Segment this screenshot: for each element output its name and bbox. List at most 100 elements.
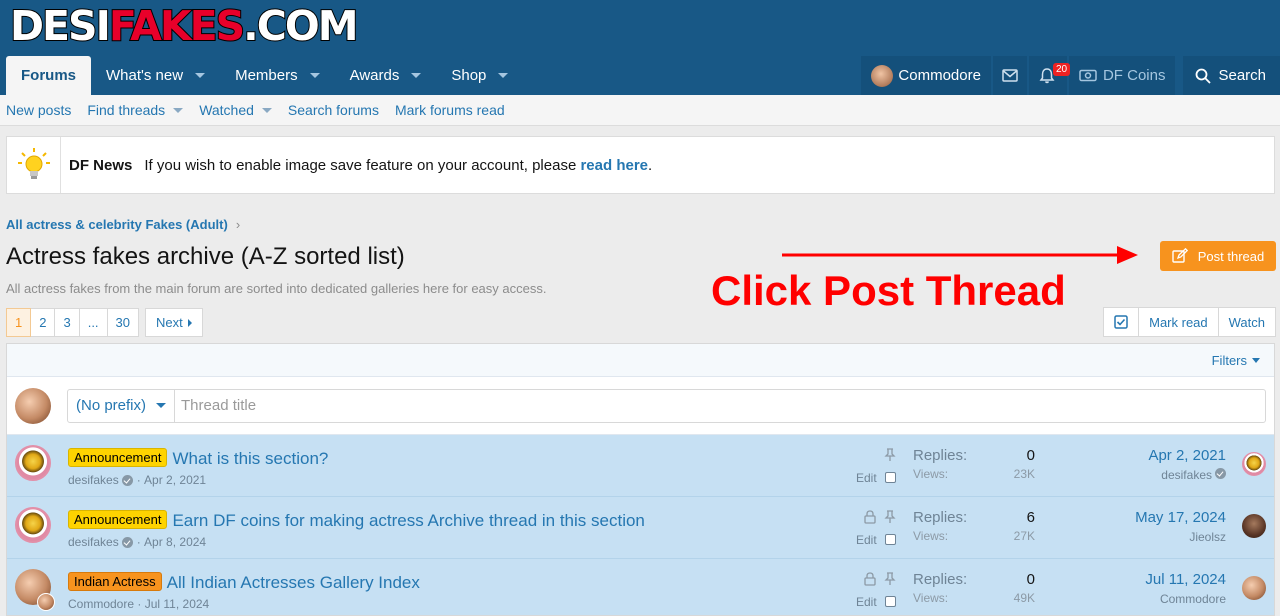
last-post-date[interactable]: Jul 11, 2024 <box>1145 571 1226 588</box>
thread-date[interactable]: Jul 11, 2024 <box>145 597 210 611</box>
edit-link[interactable]: Edit <box>856 595 877 609</box>
avatar <box>37 593 55 611</box>
caret-down-icon <box>156 403 167 408</box>
user-nav: Commodore 20 DF Coins Search <box>859 56 1280 95</box>
avatar[interactable] <box>1242 514 1266 538</box>
last-post: Jul 11, 2024 Commodore <box>1145 571 1226 606</box>
tab-awards[interactable]: Awards <box>335 56 437 95</box>
search-forums-link[interactable]: Search forums <box>288 102 379 118</box>
watched-link[interactable]: Watched <box>199 102 272 118</box>
tab-members[interactable]: Members <box>220 56 335 95</box>
find-threads-label: Find threads <box>87 102 166 118</box>
chevron-down-icon[interactable] <box>195 73 206 78</box>
alerts-button[interactable]: 20 <box>1028 56 1071 95</box>
thread-title[interactable]: All Indian Actresses Gallery Index <box>167 573 420 592</box>
edit-link[interactable]: Edit <box>856 471 877 485</box>
select-all-button[interactable] <box>1104 308 1138 336</box>
replies-value: 6 <box>1026 509 1035 526</box>
user-menu[interactable]: Commodore <box>861 56 991 95</box>
checkbox-icon <box>1114 315 1128 329</box>
inbox-button[interactable] <box>992 56 1027 95</box>
search-button[interactable]: Search <box>1183 56 1280 95</box>
select-checkbox[interactable] <box>885 596 896 607</box>
watch-button[interactable]: Watch <box>1217 308 1275 336</box>
thread-author[interactable]: desifakes <box>68 535 119 549</box>
new-posts-link[interactable]: New posts <box>6 102 71 118</box>
tab-label: Shop <box>451 67 487 84</box>
caret-right-icon <box>187 318 192 327</box>
next-page-button[interactable]: Next <box>145 308 203 337</box>
select-checkbox[interactable] <box>885 472 896 483</box>
table-row[interactable]: Indian Actress All Indian Actresses Galle… <box>7 559 1274 615</box>
find-threads-link[interactable]: Find threads <box>87 102 184 118</box>
prefix-label[interactable]: Indian Actress <box>68 572 162 591</box>
meta-separator: · <box>136 473 141 487</box>
avatar <box>871 64 894 87</box>
last-post-user[interactable]: desifakes <box>1148 468 1226 482</box>
post-thread-label: Post thread <box>1197 248 1265 264</box>
breadcrumb-link[interactable]: All actress & celebrity Fakes (Adult) <box>6 217 228 232</box>
last-post-date[interactable]: Apr 2, 2021 <box>1148 447 1226 464</box>
last-post-username: desifakes <box>1161 468 1212 482</box>
page-3[interactable]: 3 <box>55 308 80 337</box>
tab-label: Awards <box>349 67 400 84</box>
read-here-link[interactable]: read here <box>580 157 648 174</box>
mark-forums-read-link[interactable]: Mark forums read <box>395 102 505 118</box>
avatar[interactable] <box>1242 452 1266 476</box>
thread-date[interactable]: Apr 8, 2024 <box>144 535 206 549</box>
chevron-down-icon[interactable] <box>261 107 272 113</box>
thread-title-input[interactable]: Thread title <box>175 397 256 414</box>
prefix-label[interactable]: Announcement <box>68 448 168 467</box>
page-2[interactable]: 2 <box>31 308 56 337</box>
prefix-select[interactable]: (No prefix) <box>68 389 176 422</box>
site-header: DESIFAKES.COM Forums What's new Members … <box>0 0 1280 95</box>
page-30[interactable]: 30 <box>107 308 140 337</box>
df-coins-button[interactable]: DF Coins <box>1068 56 1176 95</box>
last-post-date[interactable]: May 17, 2024 <box>1135 509 1226 526</box>
chevron-right-icon: › <box>235 217 241 232</box>
chevron-down-icon[interactable] <box>309 73 320 78</box>
edit-link[interactable]: Edit <box>856 533 877 547</box>
thread-meta: desifakes · Apr 8, 2024 <box>68 535 645 549</box>
tab-forums[interactable]: Forums <box>6 56 92 95</box>
table-row[interactable]: Announcement What is this section? desifa… <box>7 435 1274 497</box>
thread-author[interactable]: desifakes <box>68 473 119 487</box>
pin-icon <box>884 572 896 585</box>
last-post-user[interactable]: Commodore <box>1145 592 1226 606</box>
thread-title[interactable]: Earn DF coins for making actress Archive… <box>172 511 644 530</box>
mark-read-button[interactable]: Mark read <box>1138 308 1218 336</box>
red-arrow-icon <box>782 246 1138 264</box>
chevron-down-icon[interactable] <box>411 73 422 78</box>
forum-actions: Mark read Watch <box>1103 307 1276 337</box>
thread-stats: Replies: 6 Views: 27K <box>913 509 1035 543</box>
page-1[interactable]: 1 <box>6 308 32 337</box>
post-thread-button[interactable]: Post thread <box>1160 241 1276 271</box>
tab-whats-new[interactable]: What's new <box>91 56 220 95</box>
chevron-down-icon[interactable] <box>498 73 509 78</box>
watched-label: Watched <box>199 102 254 118</box>
thread-main: Announcement What is this section? desifa… <box>68 448 328 487</box>
last-post: Apr 2, 2021 desifakes <box>1148 447 1226 482</box>
lock-icon <box>864 510 876 524</box>
avatar[interactable] <box>15 445 51 481</box>
avatar[interactable] <box>15 507 51 543</box>
quick-thread-form: (No prefix) Thread title <box>7 377 1274 435</box>
chevron-down-icon[interactable] <box>173 107 184 113</box>
table-row[interactable]: Announcement Earn DF coins for making act… <box>7 497 1274 559</box>
thread-author[interactable]: Commodore <box>68 597 134 611</box>
thread-date[interactable]: Apr 2, 2021 <box>144 473 206 487</box>
filters-button[interactable]: Filters <box>1212 353 1260 368</box>
page-description: All actress fakes from the main forum ar… <box>6 281 547 296</box>
verified-icon <box>121 474 133 486</box>
views-value: 27K <box>1013 529 1035 543</box>
select-checkbox[interactable] <box>885 534 896 545</box>
thread-title[interactable]: What is this section? <box>172 449 328 468</box>
avatar[interactable] <box>1242 576 1266 600</box>
last-post-user[interactable]: Jieolsz <box>1135 530 1226 544</box>
site-logo[interactable]: DESIFAKES.COM <box>9 3 360 49</box>
quick-thread-input[interactable]: (No prefix) Thread title <box>67 388 1266 423</box>
prefix-label[interactable]: Announcement <box>68 510 168 529</box>
views-value: 49K <box>1013 591 1035 605</box>
page-ellipsis[interactable]: ... <box>79 308 108 337</box>
tab-shop[interactable]: Shop <box>436 56 523 95</box>
